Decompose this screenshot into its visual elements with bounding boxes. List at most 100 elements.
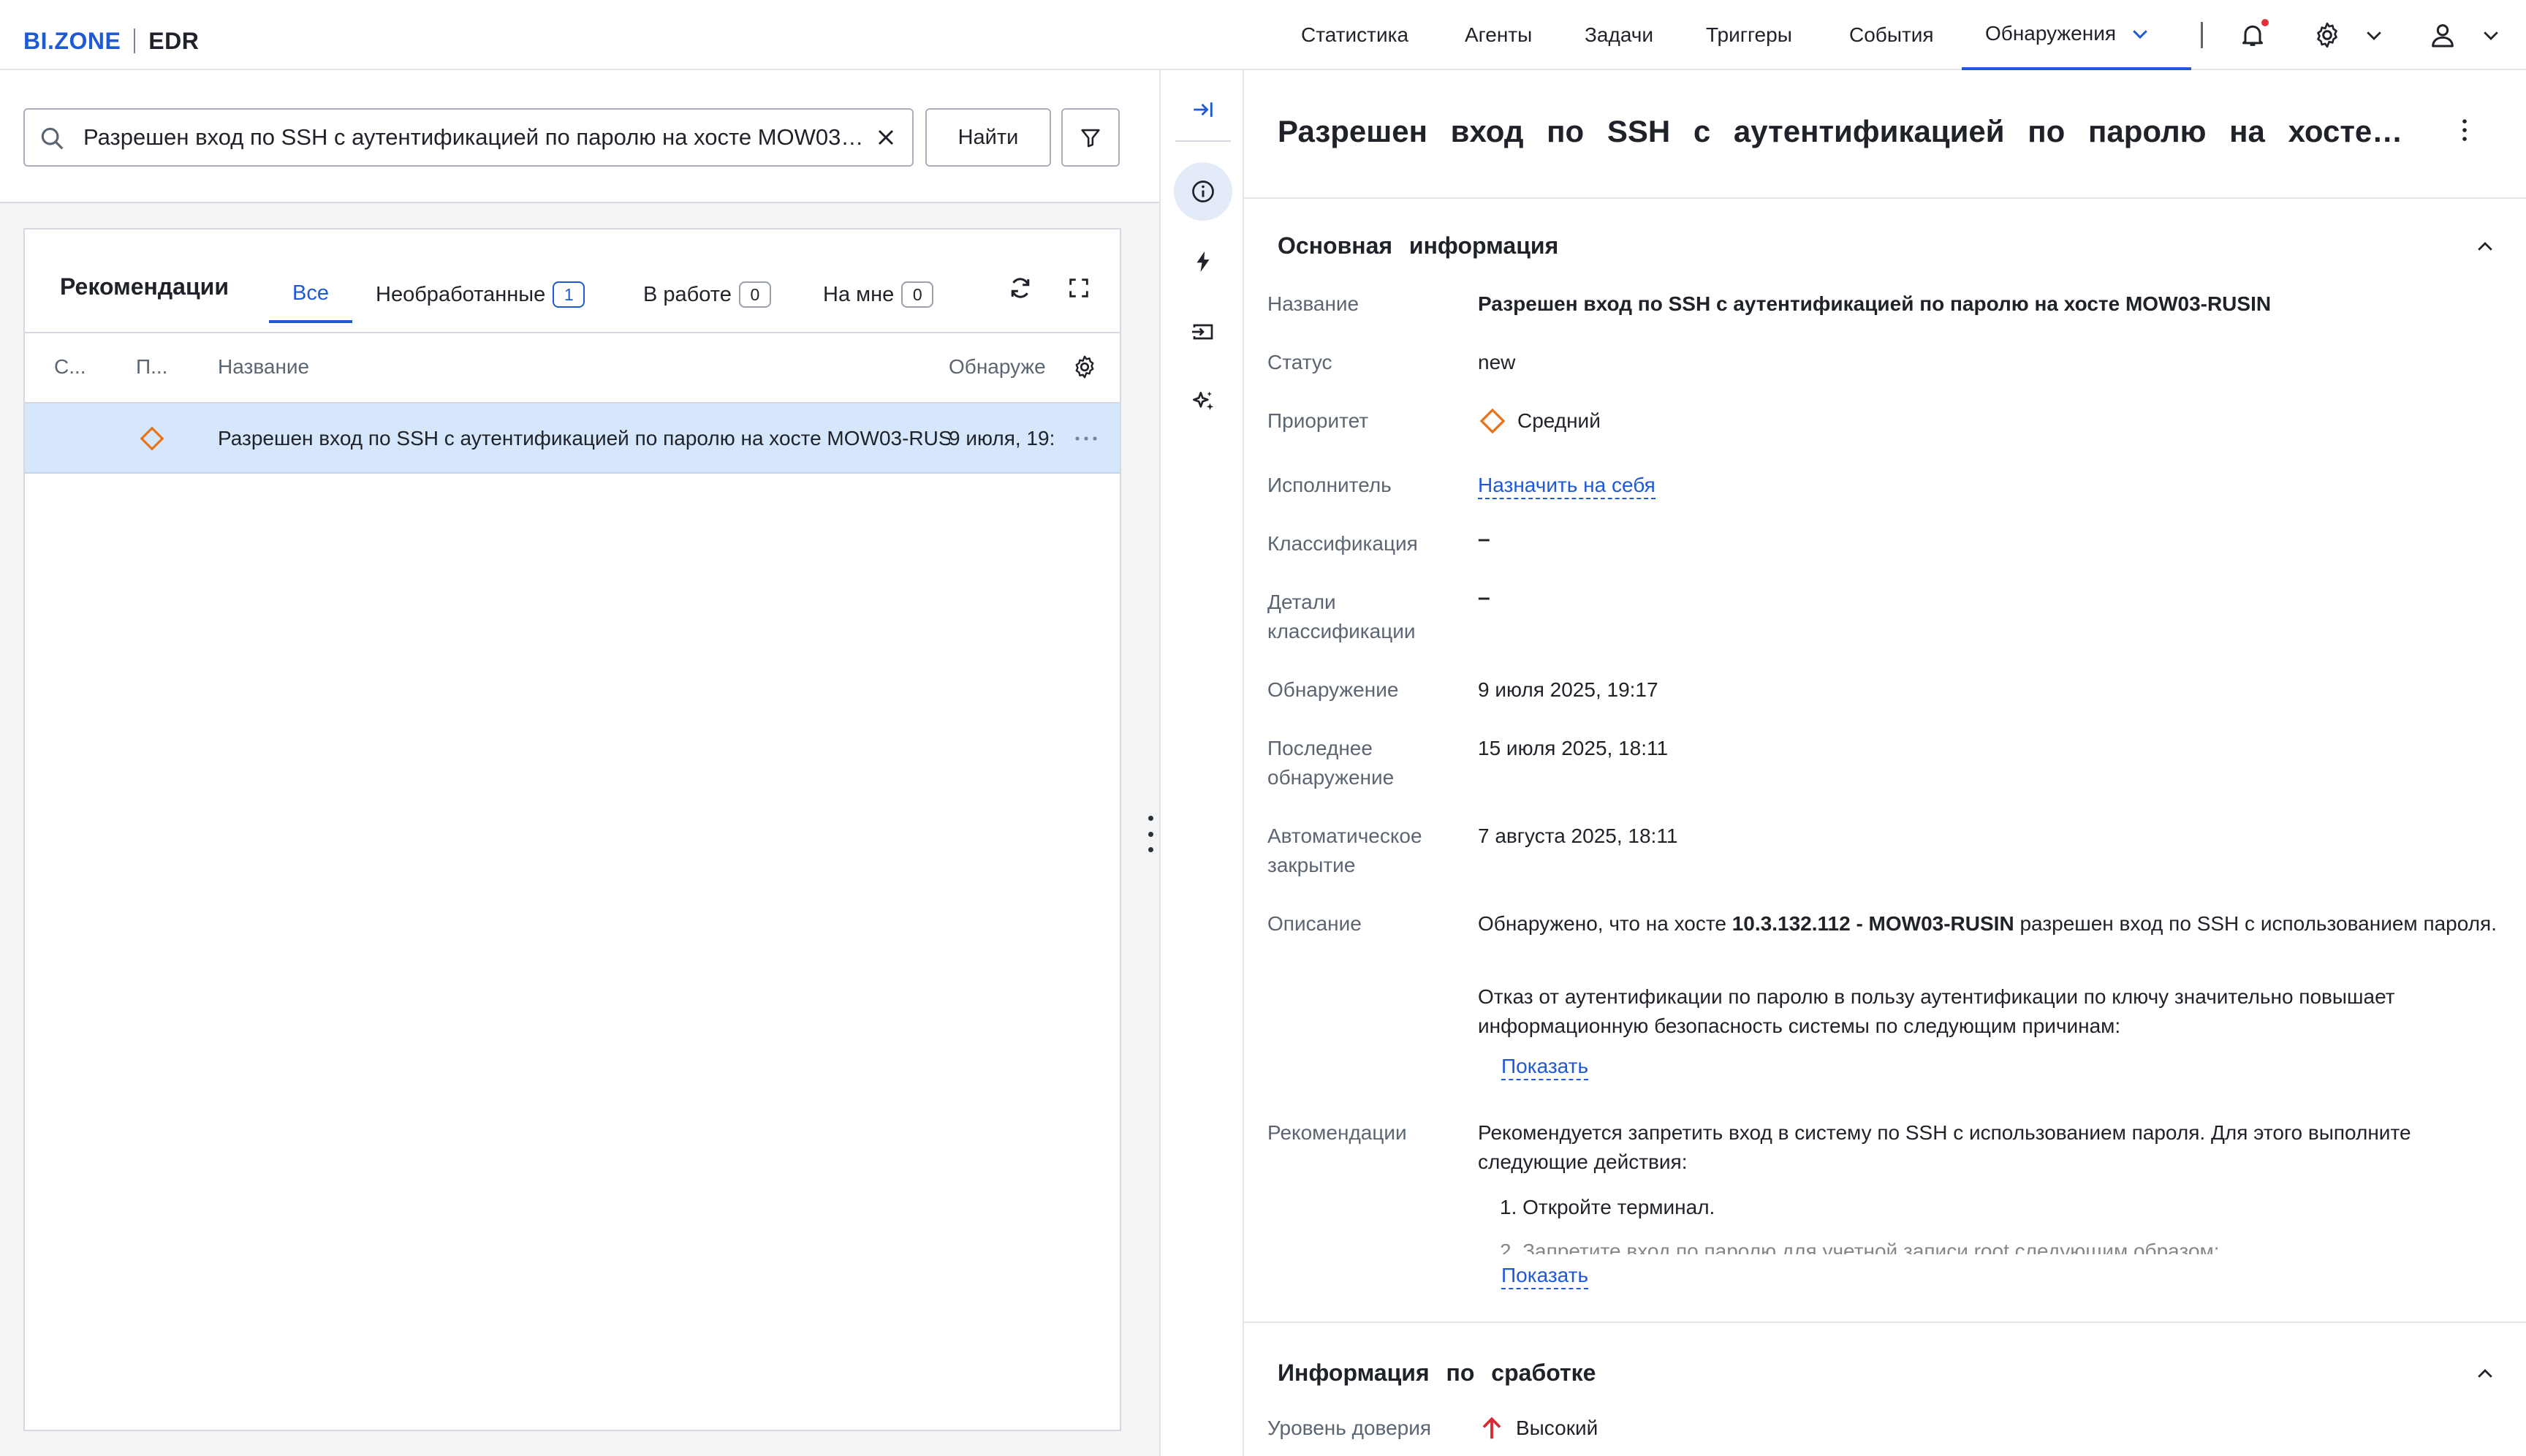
product-name: EDR	[148, 27, 200, 54]
user-icon[interactable]	[2425, 18, 2460, 53]
tab-all[interactable]: Все	[269, 266, 352, 323]
search-input[interactable]: Разрешен вход по SSH с аутентификацией п…	[23, 108, 914, 167]
filter-icon	[1078, 125, 1103, 150]
field-description-label: Описание	[1267, 912, 1362, 935]
app-logo[interactable]: BI.ZONE EDR	[23, 26, 199, 56]
nav-events[interactable]: События	[1849, 0, 1934, 70]
recommendations-show-link[interactable]: Показать	[1501, 1263, 1589, 1289]
field-assignee-value: Назначить на себя	[1478, 471, 2501, 500]
refresh-icon[interactable]	[1003, 270, 1038, 306]
tab-in-progress[interactable]: В работе 0	[643, 266, 771, 323]
field-priority-value: Средний	[1478, 406, 2501, 444]
section-trigger-info-title[interactable]: Информация по сработке	[1278, 1360, 1596, 1387]
chevron-down-icon[interactable]	[2476, 20, 2506, 50]
ai-assistant-button[interactable]	[1174, 373, 1232, 431]
info-icon	[1190, 178, 1216, 205]
field-status-label: Статус	[1267, 351, 1332, 374]
detections-list-panel: Разрешен вход по SSH с аутентификацией п…	[0, 70, 1159, 1456]
tab-in-progress-count: 0	[738, 281, 771, 308]
expand-icon[interactable]	[1061, 270, 1096, 306]
tab-mine-label: На мне	[823, 282, 895, 306]
nav-detections-label: Обнаружения	[1985, 22, 2116, 45]
tab-unprocessed-label: Необработанные	[376, 282, 546, 306]
bell-icon[interactable]	[2235, 18, 2270, 53]
description-paragraph-2: Отказ от аутентификации по паролю в поль…	[1478, 985, 2395, 1037]
field-auto-close-label: Автоматическое закрытие	[1267, 824, 1422, 876]
detection-detail-panel: Разрешен вход по SSH с аутентификацией п…	[1244, 70, 2526, 1456]
chevron-up-icon[interactable]	[2470, 232, 2500, 262]
nav-triggers[interactable]: Триггеры	[1706, 0, 1792, 70]
priority-diamond-icon	[137, 424, 167, 453]
recommendations-text: Рекомендуется запретить вход в систему п…	[1478, 1121, 2411, 1173]
tab-mine[interactable]: На мне 0	[823, 266, 934, 323]
search-icon	[38, 124, 66, 156]
collapse-panel-icon	[1191, 97, 1215, 122]
field-status-value: new	[1478, 351, 1516, 374]
info-tab-button[interactable]	[1174, 162, 1232, 221]
notification-dot	[2261, 19, 2269, 26]
field-last-detected-label: Последнее обнаружение	[1267, 737, 1395, 789]
kebab-icon[interactable]	[2450, 115, 2479, 145]
nav-divider	[2201, 22, 2203, 48]
card-title: Рекомендации	[60, 273, 229, 300]
priority-diamond-icon	[1478, 406, 1507, 436]
field-classification-label: Классификация	[1267, 532, 1418, 555]
brand-name: BI.ZONE	[23, 27, 121, 54]
column-status[interactable]: С...	[54, 332, 86, 402]
column-detected[interactable]: Обнаруже	[949, 332, 1048, 402]
logo-separator	[134, 29, 136, 53]
chevron-down-icon	[2129, 23, 2151, 45]
chevron-down-icon[interactable]	[2359, 20, 2389, 50]
lightning-icon	[1191, 249, 1215, 274]
table-row[interactable]: Разрешен вход по SSH с аутентификацией п…	[25, 403, 1120, 474]
confidence-text: Высокий	[1516, 1417, 1598, 1439]
column-priority[interactable]: П...	[136, 332, 167, 402]
priority-text: Средний	[1517, 409, 1601, 432]
description-prefix: Обнаружено, что на хосте	[1478, 912, 1726, 935]
nav-detections[interactable]: Обнаружения	[1962, 0, 2191, 70]
field-classification-details-label: Детали классификации	[1267, 591, 1416, 642]
nav-statistics[interactable]: Статистика	[1301, 0, 1408, 70]
recommendations-card: Рекомендации Все Необработанные 1 В рабо…	[23, 228, 1121, 1431]
field-confidence-label: Уровень доверия	[1267, 1417, 1432, 1439]
detail-title: Разрешен вход по SSH с аутентификацией п…	[1278, 114, 2411, 148]
ai-sparkle-icon	[1189, 388, 1217, 416]
nav-tasks[interactable]: Задачи	[1585, 0, 1653, 70]
description-show-link[interactable]: Показать	[1501, 1054, 1589, 1080]
field-name-value: Разрешен вход по SSH с аутентификацией п…	[1478, 292, 2272, 315]
arrow-up-icon	[1478, 1414, 1506, 1442]
find-button[interactable]: Найти	[925, 108, 1051, 167]
panel-resize-handle[interactable]	[1146, 816, 1155, 852]
tab-unprocessed[interactable]: Необработанные 1	[376, 266, 585, 323]
more-icon[interactable]	[1072, 424, 1101, 453]
field-confidence-value: Высокий	[1478, 1414, 2501, 1450]
field-classification-details-value: –	[1478, 585, 1490, 610]
nav-agents[interactable]: Агенты	[1465, 0, 1532, 70]
triggers-tab-button[interactable]	[1174, 232, 1232, 291]
search-query[interactable]: Разрешен вход по SSH с аутентификацией п…	[83, 110, 865, 165]
tab-mine-count: 0	[901, 281, 934, 308]
collapse-panel-button[interactable]	[1174, 80, 1232, 139]
filter-button[interactable]	[1061, 108, 1120, 167]
description-paragraph-1: Обнаружено, что на хосте 10.3.132.112 - …	[1478, 909, 2501, 939]
chevron-up-icon[interactable]	[2470, 1360, 2500, 1389]
clear-icon[interactable]	[873, 124, 899, 154]
rail-divider	[1175, 140, 1231, 142]
response-icon	[1190, 319, 1216, 345]
field-detected-label: Обнаружение	[1267, 678, 1399, 701]
search-bar: Разрешен вход по SSH с аутентификацией п…	[0, 70, 1159, 203]
field-name-label: Название	[1267, 292, 1359, 315]
field-detected-value: 9 июля 2025, 19:17	[1478, 678, 1658, 701]
assign-to-me-link[interactable]: Назначить на себя	[1478, 474, 1655, 499]
settings-icon[interactable]	[1070, 352, 1099, 382]
section-main-info-title[interactable]: Основная информация	[1278, 232, 1558, 259]
column-name[interactable]: Название	[218, 332, 309, 402]
tab-all-label: Все	[292, 281, 329, 305]
detail-side-rail	[1159, 70, 1244, 1456]
tab-in-progress-label: В работе	[643, 282, 732, 306]
top-navbar: BI.ZONE EDR Статистика Агенты Задачи Три…	[0, 0, 2526, 70]
field-assignee-label: Исполнитель	[1267, 474, 1392, 496]
gear-icon[interactable]	[2310, 18, 2345, 53]
response-tab-button[interactable]	[1174, 303, 1232, 361]
recommendation-step-2: 2. Запретите вход по паролю для учетной …	[1500, 1240, 2220, 1254]
